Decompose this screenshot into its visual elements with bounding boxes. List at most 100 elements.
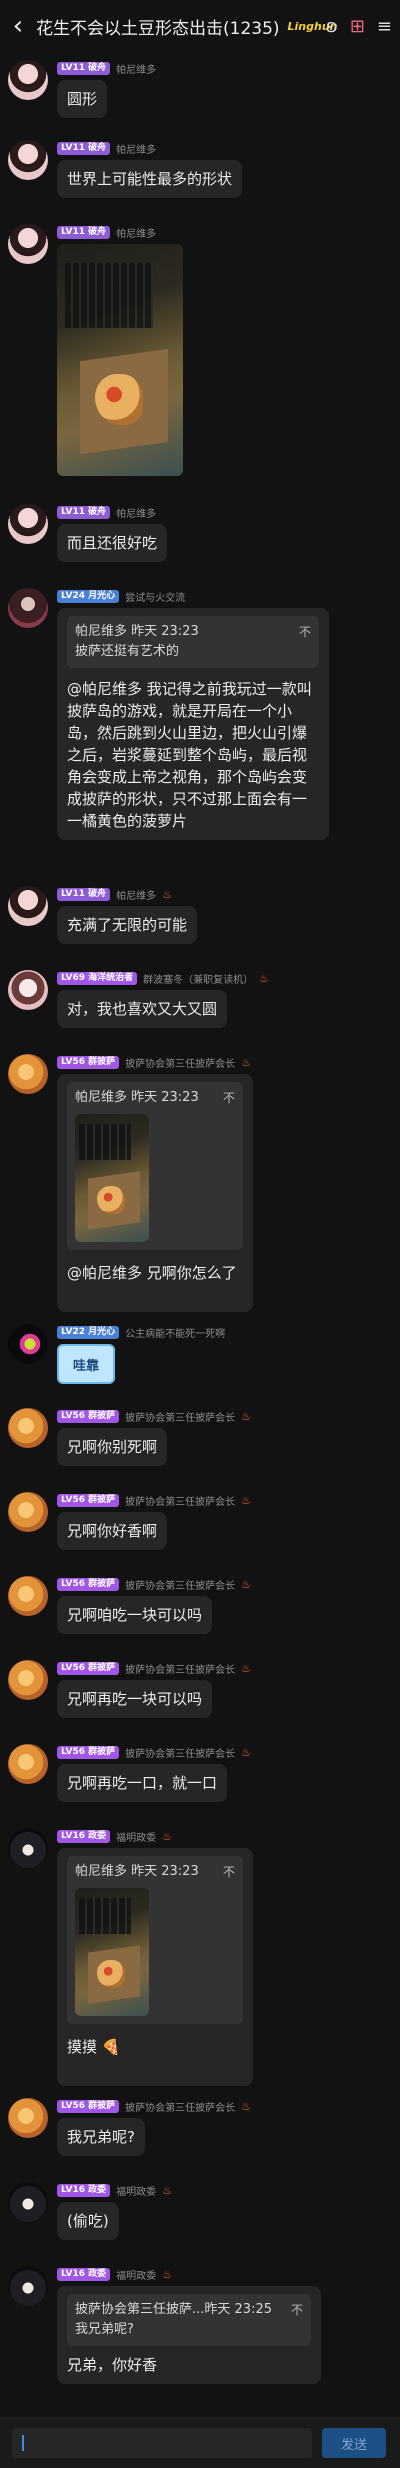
voice-icon[interactable]: ʚ (326, 16, 338, 37)
avatar[interactable] (8, 224, 48, 264)
message-bubble[interactable]: 帕尼维多 昨天 23:23 不 摸摸 🍕 (57, 1848, 253, 2086)
fire-icon: ♨ (241, 1409, 252, 1423)
sender-name: 帕尼维多 (116, 64, 157, 76)
send-button[interactable]: 发送 (322, 2428, 386, 2458)
gift-icon[interactable]: ⊞ (350, 16, 365, 37)
avatar[interactable] (8, 140, 48, 180)
avatar[interactable] (8, 1660, 48, 1700)
chat-header: ‹ 花生不会以土豆形态出击(1235) Linghun ʚ ⊞ ≡ (0, 0, 400, 52)
sender-name: 帕尼维多 (116, 508, 157, 520)
sender-name: 帕尼维多 (116, 228, 157, 240)
level-badge: LV24 月光心 (57, 589, 120, 603)
sender-name: 福明政委 (116, 2270, 157, 2282)
message-bubble[interactable]: 对，我也喜欢又大又圆 (57, 990, 228, 1028)
message-bubble[interactable]: 兄啊咱吃一块可以吗 (57, 1596, 213, 1634)
level-badge: LV22 月光心 (57, 1325, 120, 1339)
fire-icon: ♨ (241, 1493, 252, 1507)
close-icon[interactable]: 不 (299, 622, 311, 642)
menu-icon[interactable]: ≡ (377, 16, 392, 37)
sender-name: 帕尼维多 (116, 890, 157, 902)
level-badge: LV16 政委 (57, 1829, 111, 1843)
fire-icon: ♨ (162, 887, 173, 901)
level-badge: LV69 海洋统治者 (57, 971, 138, 985)
sender-name: 披萨协会第三任披萨会长 (125, 1058, 236, 1070)
avatar[interactable] (8, 1324, 48, 1364)
avatar[interactable] (8, 1744, 48, 1784)
level-badge: LV56 群披萨 (57, 1661, 120, 1675)
sender-name: 披萨协会第三任披萨会长 (125, 2102, 236, 2114)
sender-name: 公主病能不能死一死啊 (125, 1328, 226, 1340)
fire-icon: ♨ (241, 1055, 252, 1069)
close-icon[interactable]: 不 (223, 1088, 235, 1108)
message-input[interactable] (12, 2428, 312, 2458)
quoted-message[interactable]: 帕尼维多 昨天 23:23 披萨还挺有艺术的 不 (67, 616, 319, 668)
message-bubble[interactable]: 世界上可能性最多的形状 (57, 160, 243, 198)
avatar[interactable] (8, 2266, 48, 2306)
fire-icon: ♨ (241, 1661, 252, 1675)
sender-name: 群波塞冬（兼职复读机） (143, 974, 254, 986)
message-bubble[interactable]: (偷吃) (57, 2202, 119, 2240)
level-badge: LV56 群披萨 (57, 1577, 120, 1591)
avatar[interactable] (8, 504, 48, 544)
level-badge: LV56 群披萨 (57, 1493, 120, 1507)
avatar[interactable] (8, 1576, 48, 1616)
fire-icon: ♨ (259, 971, 270, 985)
message-bubble[interactable]: 兄啊再吃一口，就一口 (57, 1764, 228, 1802)
fire-icon: ♨ (241, 2099, 252, 2113)
message-bubble[interactable]: 帕尼维多 昨天 23:23 披萨还挺有艺术的 不 @帕尼维多 我记得之前我玩过一… (57, 608, 329, 840)
quoted-photo[interactable] (75, 1888, 149, 2016)
close-icon[interactable]: 不 (223, 1862, 235, 1882)
message-bubble[interactable]: 兄啊你别死啊 (57, 1428, 168, 1466)
avatar[interactable] (8, 1408, 48, 1448)
sender-name: 披萨协会第三任披萨会长 (125, 1748, 236, 1760)
level-badge: LV56 群披萨 (57, 1409, 120, 1423)
level-badge: LV11 破舟 (57, 225, 111, 239)
wow-sticker[interactable]: 哇靠 (57, 1344, 115, 1384)
avatar[interactable] (8, 1492, 48, 1532)
fire-icon: ♨ (162, 2183, 173, 2197)
fire-icon: ♨ (241, 1745, 252, 1759)
avatar[interactable] (8, 2182, 48, 2222)
sender-name: 披萨协会第三任披萨会长 (125, 1496, 236, 1508)
avatar[interactable] (8, 1828, 48, 1868)
fire-icon: ♨ (241, 1577, 252, 1591)
message-bubble[interactable]: 兄啊再吃一块可以吗 (57, 1680, 213, 1718)
message-bubble[interactable]: 圆形 (57, 80, 108, 118)
avatar[interactable] (8, 886, 48, 926)
input-bar: 发送 (0, 2417, 400, 2468)
level-badge: LV11 破舟 (57, 505, 111, 519)
fire-icon: ♨ (162, 2267, 173, 2281)
message-bubble[interactable]: 充满了无限的可能 (57, 906, 198, 944)
avatar[interactable] (8, 60, 48, 100)
message-bubble[interactable]: 而且还很好吃 (57, 524, 168, 562)
message-bubble[interactable]: 兄啊你好香啊 (57, 1512, 168, 1550)
message-bubble[interactable]: 我兄弟呢? (57, 2118, 145, 2156)
message-bubble[interactable]: 帕尼维多 昨天 23:23 不 @帕尼维多 兄啊你怎么了 (57, 1074, 253, 1312)
avatar[interactable] (8, 970, 48, 1010)
back-icon[interactable]: ‹ (0, 0, 36, 52)
avatar[interactable] (8, 2098, 48, 2138)
level-badge: LV56 群披萨 (57, 2099, 120, 2113)
sender-name: 披萨协会第三任披萨会长 (125, 1412, 236, 1424)
fire-icon: ♨ (162, 1829, 173, 1843)
level-badge: LV56 群披萨 (57, 1055, 120, 1069)
message-bubble[interactable]: 披萨协会第三任披萨...昨天 23:25 我兄弟呢? 不 兄弟，你好香 (57, 2286, 321, 2384)
sender-name: 帕尼维多 (116, 144, 157, 156)
chat-title: 花生不会以土豆形态出击(1235) (36, 18, 280, 39)
quoted-photo[interactable] (75, 1114, 149, 1242)
level-badge: LV11 破舟 (57, 887, 111, 901)
level-badge: LV11 破舟 (57, 141, 111, 155)
sender-name: 尝试与火交流 (125, 592, 186, 604)
text-cursor (22, 2435, 24, 2451)
pizza-photo[interactable] (57, 244, 183, 476)
quoted-message[interactable]: 披萨协会第三任披萨...昨天 23:25 我兄弟呢? 不 (67, 2294, 311, 2346)
level-badge: LV16 政委 (57, 2267, 111, 2281)
close-icon[interactable]: 不 (291, 2300, 303, 2320)
quoted-message[interactable]: 帕尼维多 昨天 23:23 不 (67, 1082, 243, 1250)
sender-name: 披萨协会第三任披萨会长 (125, 1580, 236, 1592)
avatar[interactable] (8, 588, 48, 628)
sender-name: 福明政委 (116, 2186, 157, 2198)
quoted-message[interactable]: 帕尼维多 昨天 23:23 不 (67, 1856, 243, 2024)
level-badge: LV56 群披萨 (57, 1745, 120, 1759)
avatar[interactable] (8, 1054, 48, 1094)
